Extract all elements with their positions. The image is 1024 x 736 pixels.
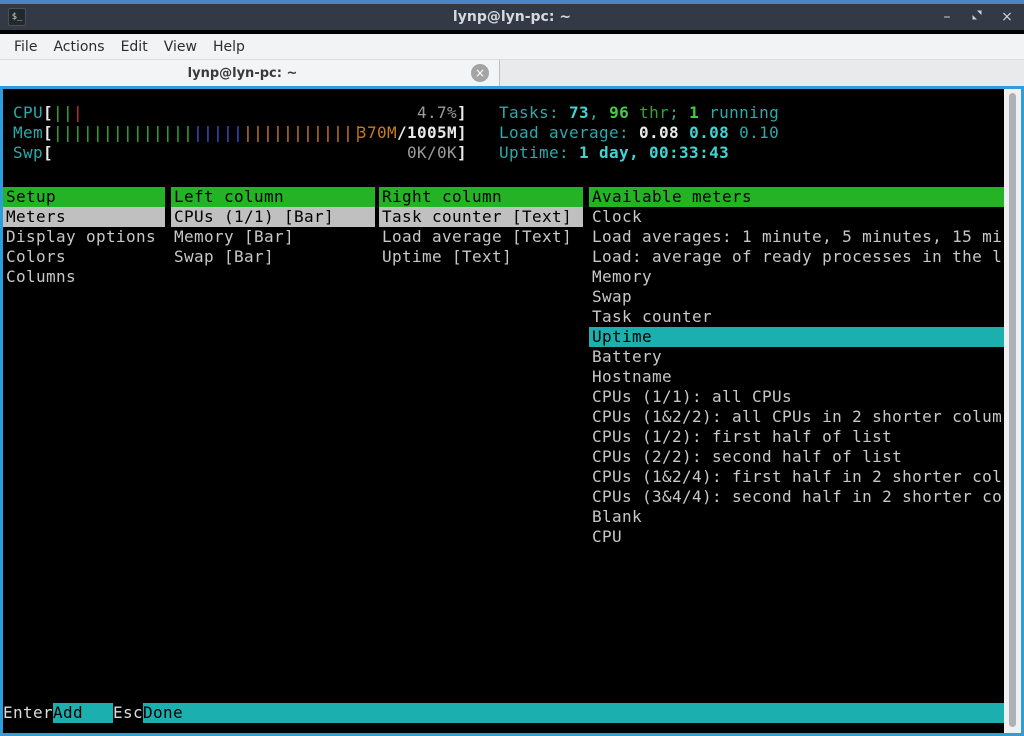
swp-meter-value: 0K/0K <box>407 143 457 163</box>
right-column-panel: Right column Task counter [Text]Load ave… <box>379 187 583 267</box>
setup-panel: Setup MetersDisplay optionsColorsColumns <box>3 187 165 287</box>
tab-bar: lynp@lyn-pc: ~ × <box>0 60 1024 86</box>
list-item[interactable]: Swap <box>589 287 1004 307</box>
fbar-enter-key[interactable]: Enter <box>3 703 53 723</box>
list-item[interactable]: Blank <box>589 507 1004 527</box>
panel-header: Available meters <box>589 187 1004 207</box>
menu-items: FileActionsEditViewHelp <box>6 34 253 60</box>
list-item[interactable]: Task counter <box>589 307 1004 327</box>
terminal-frame: CPU[|||4.7%] Mem[|||||||||||||||||||||||… <box>0 86 1024 736</box>
panel-header: Left column <box>171 187 375 207</box>
menu-bar: FileActionsEditViewHelp <box>0 34 1024 60</box>
left-column-panel: Left column CPUs (1/1) [Bar]Memory [Bar]… <box>171 187 375 267</box>
list-item[interactable]: CPUs (3&4/4): second half in 2 shorter c… <box>589 487 1004 507</box>
panel-header: Right column <box>379 187 583 207</box>
scrollbar-thumb[interactable] <box>1009 93 1016 727</box>
list-item[interactable]: CPUs (1/1): all CPUs <box>589 387 1004 407</box>
list-item[interactable]: CPU <box>589 527 1004 547</box>
htop-screen: CPU[|||4.7%] Mem[|||||||||||||||||||||||… <box>3 89 1004 733</box>
list-item[interactable]: Colors <box>3 247 165 267</box>
cpu-meter-label: CPU <box>13 103 43 122</box>
list-item[interactable]: CPUs (1&2/4): first half in 2 shorter co… <box>589 467 1004 487</box>
fbar-esc-key[interactable]: Esc <box>113 703 143 723</box>
available-meters-panel: Available meters ClockLoad averages: 1 m… <box>589 187 1004 547</box>
right-column-items: Task counter [Text]Load average [Text]Up… <box>379 207 583 267</box>
restore-button[interactable] <box>966 6 988 28</box>
window-titlebar: $_ lynp@lyn-pc: ~ – × <box>0 0 1024 30</box>
list-item[interactable]: Display options <box>3 227 165 247</box>
swp-meter-label: Swp <box>13 143 43 162</box>
mem-meter-value: 370M/1005M <box>357 123 457 143</box>
uptime-line: Uptime: 1 day, 00:33:43 <box>499 143 729 163</box>
mem-meter-label: Mem <box>13 123 43 142</box>
menu-item[interactable]: Help <box>205 34 253 60</box>
list-item[interactable]: Battery <box>589 347 1004 367</box>
restore-icon <box>971 9 983 21</box>
list-item[interactable]: Swap [Bar] <box>171 247 375 267</box>
fbar-done-button[interactable]: Done <box>143 703 1004 723</box>
list-item[interactable]: Meters <box>3 207 165 227</box>
panel-header: Setup <box>3 187 165 207</box>
window-title: lynp@lyn-pc: ~ <box>0 9 1024 25</box>
fbar-add-button[interactable]: Add <box>53 703 113 723</box>
list-item[interactable]: Task counter [Text] <box>379 207 583 227</box>
menu-item[interactable]: Actions <box>45 34 112 60</box>
tab-close-button[interactable]: × <box>471 64 489 82</box>
list-item[interactable]: CPUs (2/2): second half of list <box>589 447 1004 467</box>
list-item[interactable]: Memory [Bar] <box>171 227 375 247</box>
setup-panel-items: MetersDisplay optionsColorsColumns <box>3 207 165 287</box>
close-button[interactable]: × <box>996 6 1018 28</box>
load-average-line: Load average: 0.08 0.08 0.10 <box>499 123 779 143</box>
mem-meter-bars: ||||||||||||||||||||||||||||||| <box>53 123 363 142</box>
list-item[interactable]: Uptime <box>589 327 1004 347</box>
available-meters-items: ClockLoad averages: 1 minute, 5 minutes,… <box>589 207 1004 547</box>
list-item[interactable]: Clock <box>589 207 1004 227</box>
list-item[interactable]: CPUs (1/1) [Bar] <box>171 207 375 227</box>
cpu-meter: CPU[|||4.7%] <box>13 103 467 123</box>
list-item[interactable]: Uptime [Text] <box>379 247 583 267</box>
left-column-items: CPUs (1/1) [Bar]Memory [Bar]Swap [Bar] <box>171 207 375 267</box>
terminal-app-icon: $_ <box>8 8 26 26</box>
tasks-line: Tasks: 73, 96 thr; 1 running <box>499 103 779 123</box>
menu-item[interactable]: File <box>6 34 45 60</box>
menu-item[interactable]: Edit <box>113 34 156 60</box>
terminal-tab[interactable]: lynp@lyn-pc: ~ × <box>0 60 500 86</box>
minimize-button[interactable]: – <box>936 6 958 28</box>
cpu-meter-bars: ||| <box>53 103 83 122</box>
mem-meter: Mem[|||||||||||||||||||||||||||||||370M/… <box>13 123 467 143</box>
list-item[interactable]: Load average [Text] <box>379 227 583 247</box>
scrollbar-track[interactable] <box>1004 89 1021 733</box>
function-bar: Enter Add Esc Done <box>3 703 1004 723</box>
list-item[interactable]: Columns <box>3 267 165 287</box>
cpu-meter-value: 4.7% <box>417 103 457 123</box>
list-item[interactable]: Hostname <box>589 367 1004 387</box>
swp-meter: Swp[0K/0K] <box>13 143 467 163</box>
menu-item[interactable]: View <box>156 34 205 60</box>
list-item[interactable]: Load averages: 1 minute, 5 minutes, 15 m… <box>589 227 1004 247</box>
list-item[interactable]: Memory <box>589 267 1004 287</box>
list-item[interactable]: CPUs (1/2): first half of list <box>589 427 1004 447</box>
list-item[interactable]: CPUs (1&2/2): all CPUs in 2 shorter colu… <box>589 407 1004 427</box>
tab-title: lynp@lyn-pc: ~ <box>188 66 298 81</box>
list-item[interactable]: Load: average of ready processes in the … <box>589 247 1004 267</box>
